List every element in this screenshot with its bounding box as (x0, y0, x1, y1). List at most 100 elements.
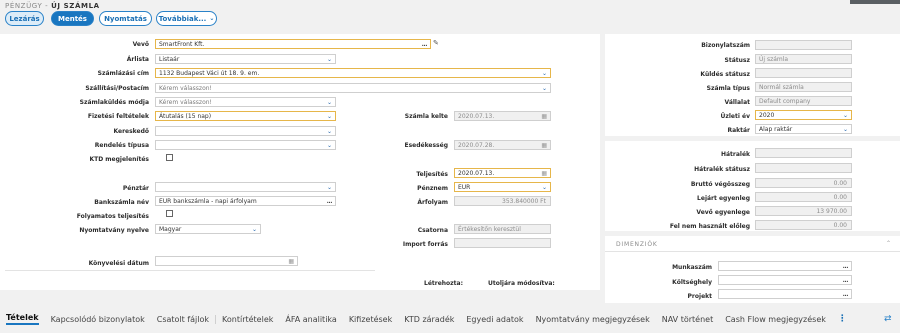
chevron-down-icon: ⌄ (541, 69, 547, 77)
lookup-dots-icon[interactable]: ... (843, 263, 849, 270)
arrears-status-field (755, 163, 852, 173)
swap-icon[interactable]: ⇄ (884, 314, 892, 324)
rendeles-label: Rendelés típusa (94, 142, 149, 149)
vevo-egyenleg-label: Vevő egyenlege (696, 209, 750, 216)
kereskedo-label: Kereskedő (113, 128, 149, 135)
lookup-dots-icon[interactable]: ... (422, 41, 428, 48)
breadcrumb-current: ÚJ SZÁMLA (51, 2, 100, 10)
arfolyam-label: Árfolyam (417, 199, 448, 206)
lookup-dots-icon[interactable]: ... (843, 291, 849, 298)
tab-kontirtetelek[interactable]: Kontírtételek (216, 315, 279, 324)
delivery-method-select[interactable]: Kérem válasszon! ⌄ (155, 97, 336, 107)
fel-nem-label: Fel nem használt előleg (669, 223, 750, 230)
bankszamla-label: Bankszámla név (94, 199, 149, 206)
bank-account-field[interactable]: EUR bankszámla - napi árfolyam... (155, 196, 336, 206)
lejart-label: Lejárt egyenleg (697, 195, 750, 202)
due-date-field[interactable]: 2020.07.28. ▦ (454, 140, 551, 150)
customer-field[interactable]: SmartFront Kft.... (155, 39, 431, 49)
ktd-label: KTD megjelenítés (89, 156, 149, 163)
tab-afa-analitika[interactable]: ÁFA analitika (279, 315, 342, 324)
bizonylatszam-label: Bizonylatszám (701, 42, 750, 49)
calendar-icon: ▦ (541, 141, 547, 149)
status-field: Új számla (755, 54, 852, 64)
tab-kapcsolodo-bizonylatok[interactable]: Kapcsolódó bizonylatok (45, 315, 151, 324)
more-actions-button[interactable]: Továbbiak... ⌄ (156, 11, 217, 26)
divider (605, 251, 900, 252)
print-button[interactable]: Nyomtatás (99, 11, 152, 26)
save-button[interactable]: Mentés (51, 11, 94, 26)
tab-tetelek[interactable]: Tételek (0, 313, 45, 325)
ktd-checkbox[interactable] (166, 154, 173, 161)
dimensions-section-title: DIMENZIÓK (616, 241, 658, 248)
koltseghely-label: Költséghely (672, 279, 712, 286)
fulfilment-date-field[interactable]: 2020.07.13. ▦ (454, 168, 551, 178)
penztar-label: Pénztár (122, 185, 149, 192)
chevron-down-icon: ⌄ (326, 141, 332, 149)
lookup-dots-icon[interactable]: ... (327, 198, 333, 205)
chevron-down-icon: ⌄ (326, 112, 332, 120)
gross-total-field: 0.00 (755, 178, 852, 188)
chevron-down-icon: ⌄ (251, 225, 257, 233)
more-tabs-icon[interactable]: ⋮ (832, 314, 853, 324)
lookup-dots-icon[interactable]: ... (843, 277, 849, 284)
invoice-date-field[interactable]: 2020.07.13. ▦ (454, 111, 551, 121)
invoice-type-field: Normál számla (755, 82, 852, 92)
chevron-up-icon[interactable]: ⌃ (886, 240, 891, 247)
tab-csatolt-fajlok[interactable]: Csatolt fájlok (151, 315, 215, 324)
folyamatos-label: Folyamatos teljesítés (76, 213, 149, 220)
tab-cash-flow-megjegyzesek[interactable]: Cash Flow megjegyzések (719, 315, 832, 324)
teljesites-label: Teljesítés (416, 171, 448, 178)
tab-kifizetesek[interactable]: Kifizetések (343, 315, 398, 324)
arrears-field (755, 148, 852, 158)
szamla-tipus-label: Számla típus (706, 85, 750, 92)
vevo-label: Vevő (132, 41, 149, 48)
overdue-balance-field: 0.00 (755, 192, 852, 202)
chevron-down-icon: ⌄ (326, 127, 332, 135)
calendar-icon[interactable]: ▦ (288, 257, 294, 265)
brutto-label: Bruttó végösszeg (690, 181, 750, 188)
vallalat-label: Vállalat (724, 99, 751, 106)
merchant-select[interactable]: ⌄ (155, 126, 336, 136)
tab-egyedi-adatok[interactable]: Egyedi adatok (460, 315, 529, 324)
cash-desk-select[interactable]: ⌄ (155, 182, 336, 192)
divider (5, 270, 375, 271)
modified-label: Utoljára módosítva: (488, 280, 555, 287)
job-number-field[interactable]: ... (718, 261, 852, 271)
penznem-label: Pénznem (417, 185, 448, 192)
breadcrumb-root[interactable]: PÉNZÜGY (5, 2, 42, 10)
hatralek-label: Hátralék (720, 151, 750, 158)
shipping-address-select[interactable]: Kérem válasszon! ⌄ (155, 83, 551, 93)
billing-address-select[interactable]: 1132 Budapest Váci út 18. 9. em. ⌄ (155, 68, 551, 78)
warehouse-select[interactable]: Alap raktár ⌄ (755, 124, 852, 134)
edit-icon[interactable]: ✎ (433, 39, 439, 47)
print-language-select[interactable]: Magyar ⌄ (155, 224, 261, 234)
chevron-down-icon: ⌄ (326, 55, 332, 63)
tab-ktd-zaradek[interactable]: KTD záradék (398, 315, 460, 324)
tab-nyomtatvany-megjegyzesek[interactable]: Nyomtatvány megjegyzések (530, 315, 656, 324)
hatralek-statusz-label: Hátralék státusz (694, 166, 750, 173)
header-avatar-strip (850, 0, 900, 4)
raktar-label: Raktár (727, 127, 750, 134)
konyvelesi-label: Könyvelési dátum (88, 260, 149, 267)
payment-terms-select[interactable]: Átutalás (15 nap) ⌄ (155, 111, 336, 121)
chevron-down-icon: ⌄ (326, 98, 332, 106)
fiscal-year-select[interactable]: 2020 ⌄ (755, 110, 852, 120)
cost-center-field[interactable]: ... (718, 275, 852, 285)
chevron-down-icon: ⌄ (541, 183, 547, 191)
posting-date-field[interactable]: ▦ (155, 256, 298, 266)
exchange-rate-field: 353.840000 Ft (454, 196, 551, 206)
price-list-select[interactable]: Listaár ⌄ (155, 54, 336, 64)
tab-nav-tortenet[interactable]: NAV történet (656, 315, 719, 324)
currency-select[interactable]: EUR ⌄ (454, 182, 551, 192)
order-type-select[interactable]: ⌄ (155, 140, 336, 150)
statusz-label: Státusz (724, 57, 750, 64)
project-field[interactable]: ... (718, 289, 852, 299)
channel-field: Értékesítőn keresztül (454, 224, 551, 234)
fizetesi-label: Fizetési feltételek (87, 113, 149, 120)
continuous-fulfilment-checkbox[interactable] (166, 210, 173, 217)
delivery-status-field (755, 68, 852, 78)
calendar-icon[interactable]: ▦ (541, 169, 547, 177)
unused-advance-field: 0.00 (755, 220, 852, 230)
lezaras-button[interactable]: Lezárás (5, 11, 44, 26)
chevron-down-icon: ⌄ (209, 15, 215, 22)
